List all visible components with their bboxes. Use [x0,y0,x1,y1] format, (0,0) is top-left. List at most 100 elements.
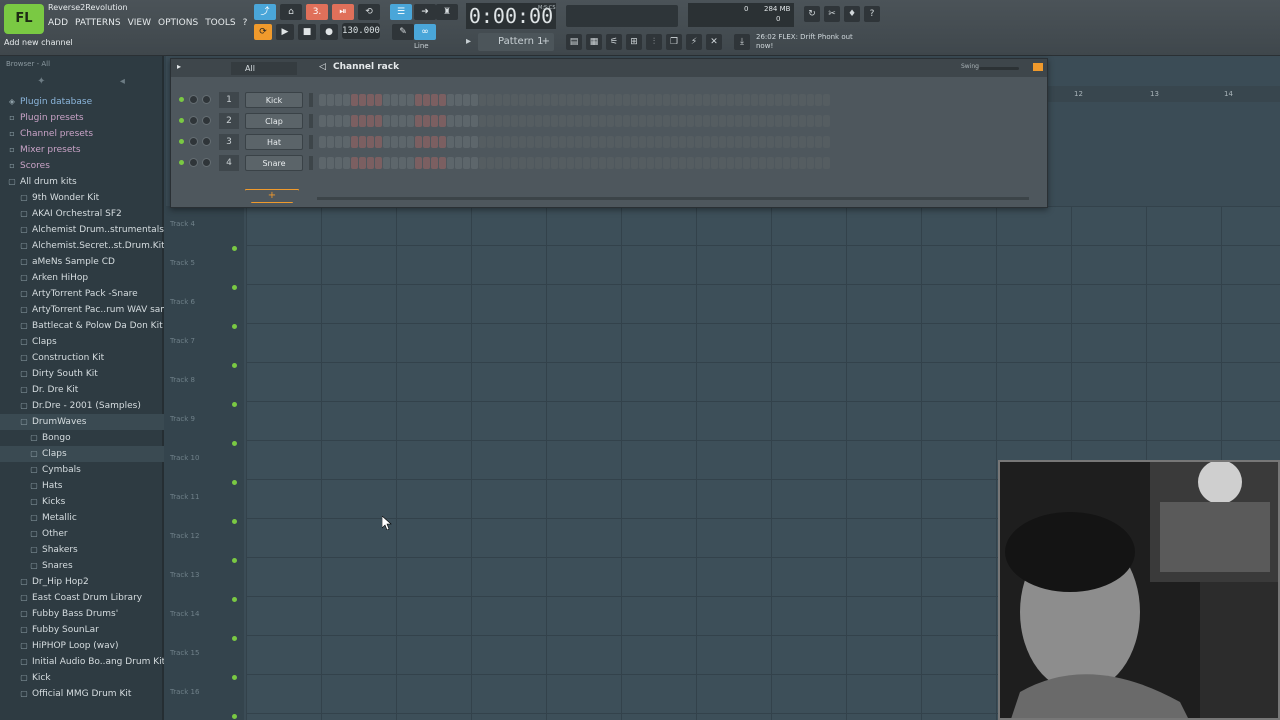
step-button[interactable] [743,157,750,169]
download-icon[interactable]: ⤓ [734,34,750,50]
step-button[interactable] [583,115,590,127]
step-button[interactable] [759,157,766,169]
step-button[interactable] [327,136,334,148]
track-label[interactable]: Track 6 [170,298,240,306]
loop-record-icon[interactable]: ⟲ [358,4,380,20]
step-button[interactable] [623,115,630,127]
step-button[interactable] [447,94,454,106]
pan-knob[interactable] [189,158,198,167]
step-button[interactable] [335,94,342,106]
step-button[interactable] [791,136,798,148]
channel-name-button[interactable]: Snare [245,155,303,171]
track-mute-led[interactable] [232,246,237,251]
step-button[interactable] [719,94,726,106]
browser-item[interactable]: ▢ Dirty South Kit [0,366,164,382]
menu-tools[interactable]: TOOLS [205,18,235,28]
menu-patterns[interactable]: PATTERNS [75,18,121,28]
track-label[interactable]: Track 9 [170,415,240,423]
step-button[interactable] [375,115,382,127]
step-button[interactable] [759,94,766,106]
step-button[interactable] [631,157,638,169]
step-button[interactable] [751,115,758,127]
step-button[interactable] [655,136,662,148]
plus-icon[interactable]: + [542,33,550,51]
step-button[interactable] [663,157,670,169]
step-button[interactable] [591,157,598,169]
step-button[interactable] [519,157,526,169]
browser-item[interactable]: ▫ Channel presets [0,126,164,142]
channel-name-button[interactable]: Kick [245,92,303,108]
step-button[interactable] [447,136,454,148]
step-button[interactable] [503,157,510,169]
step-button[interactable] [407,115,414,127]
timeline-ruler[interactable]: 12 13 14 [1046,86,1280,102]
step-button[interactable] [655,115,662,127]
step-button[interactable] [599,115,606,127]
step-button[interactable] [599,136,606,148]
step-button[interactable] [823,157,830,169]
step-button[interactable] [535,136,542,148]
step-button[interactable] [407,157,414,169]
step-button[interactable] [591,94,598,106]
step-button[interactable] [359,157,366,169]
channel-select[interactable] [309,135,313,149]
step-button[interactable] [767,157,774,169]
step-button[interactable] [783,94,790,106]
step-button[interactable] [727,157,734,169]
step-button[interactable] [775,115,782,127]
step-button[interactable] [639,157,646,169]
step-button[interactable] [399,115,406,127]
step-button[interactable] [431,157,438,169]
step-button[interactable] [711,115,718,127]
link-icon[interactable]: ∞ [414,24,436,40]
mixer-track-number[interactable]: 1 [219,92,239,108]
track-label[interactable]: Track 13 [170,571,240,579]
step-button[interactable] [671,136,678,148]
track-label[interactable]: Track 15 [170,649,240,657]
step-button[interactable] [511,115,518,127]
step-button[interactable] [735,136,742,148]
track-label[interactable]: Track 8 [170,376,240,384]
step-button[interactable] [455,115,462,127]
browser-item[interactable]: ▢ Shakers [0,542,164,558]
step-button[interactable] [415,136,422,148]
step-button[interactable] [439,115,446,127]
step-button[interactable] [663,136,670,148]
step-button[interactable] [607,115,614,127]
step-button[interactable] [623,94,630,106]
menu-add[interactable]: ADD [48,18,68,28]
browser-item[interactable]: ▢ Construction Kit [0,350,164,366]
step-button[interactable] [655,94,662,106]
step-button[interactable] [703,157,710,169]
metronome-icon[interactable]: ⌂ [280,4,302,20]
step-button[interactable] [335,115,342,127]
mic-icon[interactable]: ♦ [844,6,860,22]
step-button[interactable] [487,115,494,127]
step-button[interactable] [631,115,638,127]
browser-item[interactable]: ▢ Alchemist Drum..strumentals.com) [0,222,164,238]
track-mute-led[interactable] [232,480,237,485]
step-button[interactable] [519,136,526,148]
step-button[interactable] [343,136,350,148]
step-button[interactable] [815,136,822,148]
step-button[interactable] [623,157,630,169]
step-button[interactable] [615,115,622,127]
browser-item[interactable]: ▢ East Coast Drum Library [0,590,164,606]
step-button[interactable] [455,136,462,148]
step-button[interactable] [759,115,766,127]
step-button[interactable] [503,94,510,106]
step-button[interactable] [351,115,358,127]
browser-item[interactable]: ▢ 9th Wonder Kit [0,190,164,206]
channel-select[interactable] [309,114,313,128]
browser-item[interactable]: ▢ Claps [0,446,164,462]
pattern-selector[interactable]: Pattern 1 + ▸ [466,33,554,51]
step-button[interactable] [479,115,486,127]
step-button[interactable] [343,94,350,106]
tools-icon[interactable]: ✂ [824,6,840,22]
channel-led[interactable] [179,139,184,144]
browser-item[interactable]: ▢ Arken HiHop [0,270,164,286]
step-button[interactable] [423,157,430,169]
step-button[interactable] [559,94,566,106]
step-button[interactable] [695,157,702,169]
grid-menu-icon[interactable] [1033,63,1043,71]
